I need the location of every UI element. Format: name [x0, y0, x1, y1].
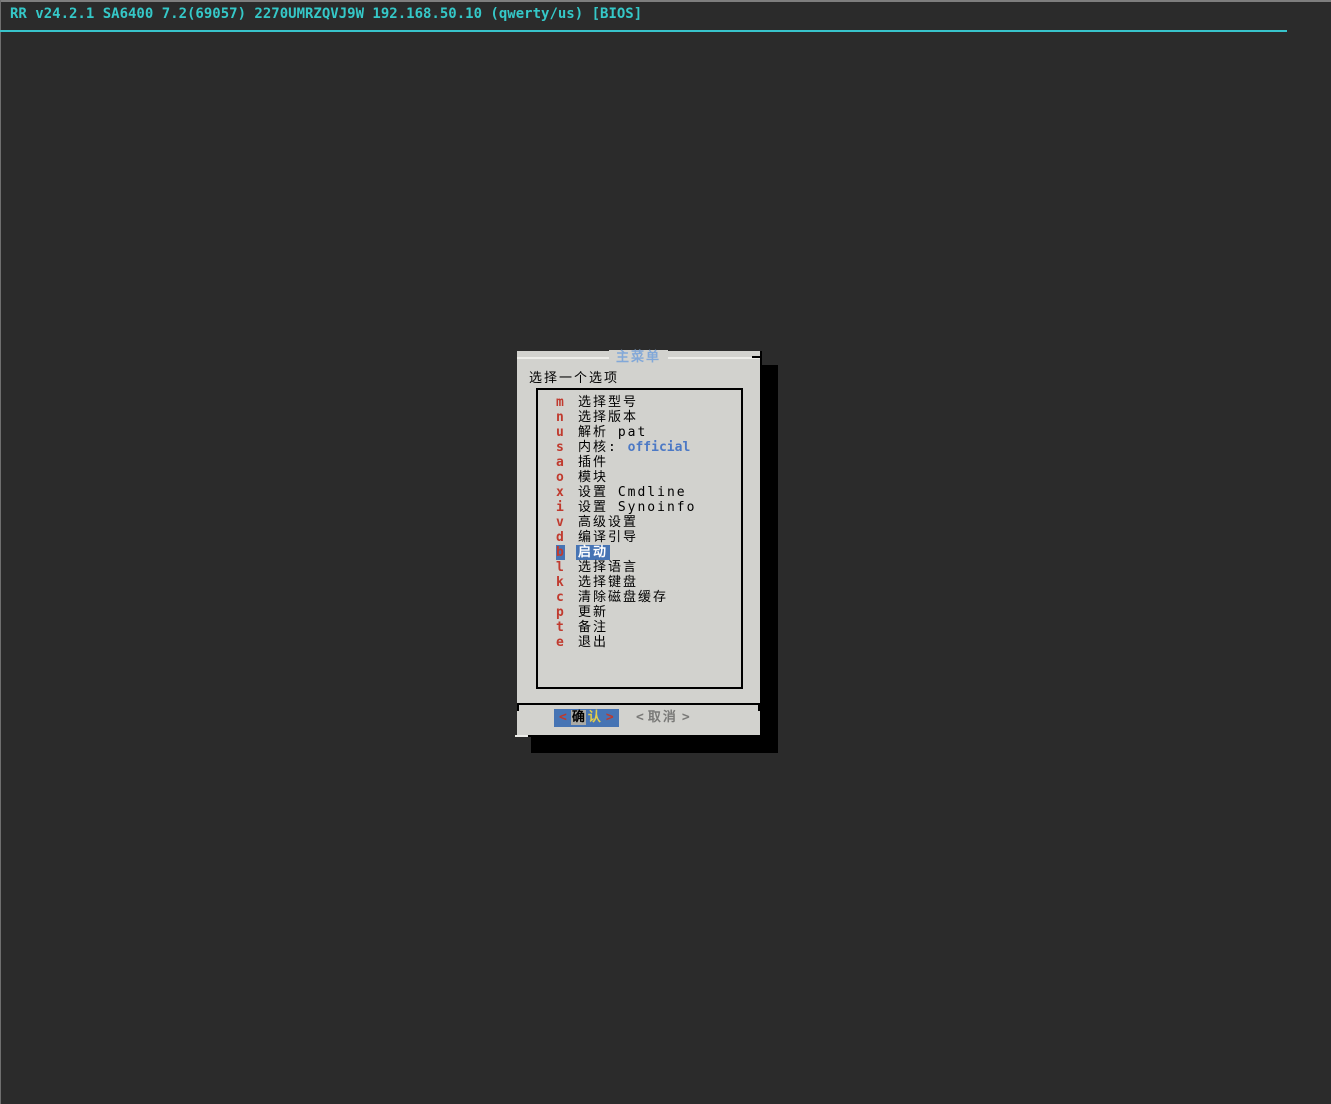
- dialog-title-text: 主菜单: [608, 350, 668, 365]
- menu-label: 插件: [578, 455, 609, 470]
- confirm-cursor-char: 确: [570, 710, 586, 725]
- kernel-label: 内核:: [578, 440, 628, 455]
- menu-item-update[interactable]: p 更新: [538, 605, 741, 620]
- menu-item-keymap[interactable]: k 选择键盘: [538, 575, 741, 590]
- menu-item-exit[interactable]: e 退出: [538, 635, 741, 650]
- menu-label: 选择键盘: [578, 575, 639, 590]
- confirm-bracket-left: <: [559, 710, 567, 725]
- menu-hotkey: k: [556, 575, 564, 590]
- menu-hotkey: p: [556, 605, 564, 620]
- menu-item-addons[interactable]: a 插件: [538, 455, 741, 470]
- dialog-prompt: 选择一个选项: [529, 371, 620, 386]
- menu-label: 模块: [578, 470, 609, 485]
- menu-hotkey: v: [556, 515, 564, 530]
- menu-item-build[interactable]: d 编译引导: [538, 530, 741, 545]
- menu-item-choose-model[interactable]: m 选择型号: [538, 395, 741, 410]
- cancel-label: 取消: [647, 710, 678, 725]
- menu-label: 选择语言: [578, 560, 639, 575]
- menu-item-kernel[interactable]: s 内核: official: [538, 440, 741, 455]
- main-menu-dialog: 主菜单 选择一个选项 m 选择型号 n 选择版本 u 解析 pat s 内核: offi…: [515, 350, 762, 737]
- dialog-corner-bottom-left: [515, 735, 528, 737]
- menu-hotkey: i: [556, 500, 564, 515]
- menu-item-advanced[interactable]: v 高级设置: [538, 515, 741, 530]
- cancel-bracket-right: >: [681, 710, 690, 725]
- menu-label: 内核: official: [578, 440, 690, 455]
- confirm-bracket-right: >: [605, 710, 614, 725]
- menu-item-synoinfo[interactable]: i 设置 Synoinfo: [538, 500, 741, 515]
- menu-label: 备注: [578, 620, 609, 635]
- menu-hotkey: t: [556, 620, 564, 635]
- cancel-bracket-left: <: [636, 710, 644, 725]
- menu-label: 编译引导: [578, 530, 639, 545]
- menu-hotkey: x: [556, 485, 564, 500]
- menu-hotkey: u: [556, 425, 564, 440]
- confirm-label-rest: 认: [587, 710, 601, 725]
- menu-item-choose-version[interactable]: n 选择版本: [538, 410, 741, 425]
- menu-label: 设置 Cmdline: [578, 485, 687, 500]
- menu-label: 更新: [578, 605, 609, 620]
- menu-hotkey: a: [556, 455, 564, 470]
- menu-hotkey: m: [556, 395, 564, 410]
- menu-label: 高级设置: [578, 515, 639, 530]
- menu-label: 设置 Synoinfo: [578, 500, 697, 515]
- menu-hotkey: d: [556, 530, 564, 545]
- menu-hotkey: l: [556, 560, 564, 575]
- button-separator: [517, 703, 760, 711]
- menu-hotkey: c: [556, 590, 564, 605]
- menu-label: 选择型号: [578, 395, 639, 410]
- menu-hotkey: b: [556, 545, 565, 560]
- menu-item-clean-cache[interactable]: c 清除磁盘缓存: [538, 590, 741, 605]
- menu-label: 解析 pat: [578, 425, 648, 440]
- console-screen: RR v24.2.1 SA6400 7.2(69057) 2270UMRZQVJ…: [0, 0, 1331, 1104]
- dialog-title: 主菜单: [517, 350, 760, 365]
- menu-label: 清除磁盘缓存: [578, 590, 669, 605]
- confirm-button[interactable]: < 确认 >: [554, 709, 619, 727]
- menu-label: 启动: [576, 545, 611, 560]
- menu-hotkey: e: [556, 635, 564, 650]
- status-underline: [0, 30, 1287, 32]
- window-frame-left: [0, 0, 1, 1104]
- menu-list: m 选择型号 n 选择版本 u 解析 pat s 内核: official a 插件 o模…: [536, 388, 743, 689]
- window-frame-top: [0, 0, 1331, 2]
- menu-item-boot-selected[interactable]: b 启动: [538, 545, 741, 560]
- menu-hotkey: n: [556, 410, 564, 425]
- menu-label: 退出: [578, 635, 609, 650]
- menu-item-cmdline[interactable]: x 设置 Cmdline: [538, 485, 741, 500]
- menu-label: 选择版本: [578, 410, 639, 425]
- menu-item-language[interactable]: l 选择语言: [538, 560, 741, 575]
- menu-hotkey: s: [556, 440, 564, 455]
- menu-item-parse-pat[interactable]: u 解析 pat: [538, 425, 741, 440]
- kernel-value: official: [627, 440, 691, 455]
- cancel-button[interactable]: < 取消 >: [632, 709, 694, 727]
- menu-item-modules[interactable]: o 模块: [538, 470, 741, 485]
- boot-status-text: RR v24.2.1 SA6400 7.2(69057) 2270UMRZQVJ…: [10, 6, 643, 22]
- menu-hotkey: o: [556, 470, 564, 485]
- menu-item-notes[interactable]: t 备注: [538, 620, 741, 635]
